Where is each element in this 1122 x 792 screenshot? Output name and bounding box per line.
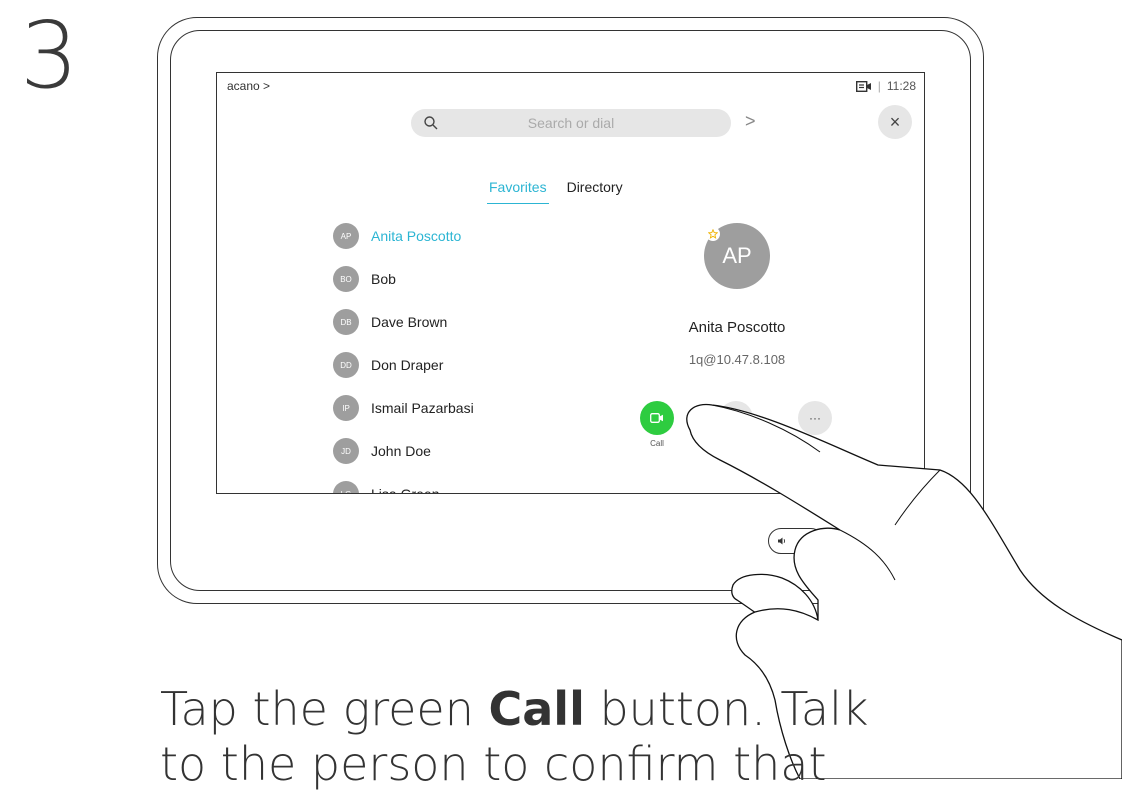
avatar: AP <box>333 223 359 249</box>
contact-name: Dave Brown <box>371 314 448 330</box>
more-label: More <box>805 439 825 448</box>
step-number: 3 <box>20 2 79 109</box>
volume-control[interactable] <box>768 528 824 554</box>
instruction-text: Tap the green Call button. Talk to the p… <box>160 682 869 792</box>
search-input[interactable]: Search or dial <box>411 109 731 137</box>
add-favorite-button[interactable] <box>716 401 756 439</box>
avatar: DB <box>333 309 359 335</box>
tab-directory[interactable]: Directory <box>565 179 625 204</box>
list-item[interactable]: DB Dave Brown <box>333 307 593 337</box>
favorite-star-icon <box>706 227 720 241</box>
contact-name: Don Draper <box>371 357 444 373</box>
list-item[interactable]: AP Anita Poscotto <box>333 221 593 251</box>
list-item[interactable]: JD John Doe <box>333 436 593 466</box>
avatar: LG <box>333 481 359 493</box>
detail-avatar: AP <box>704 223 770 289</box>
call-label: Call <box>650 439 664 448</box>
detail-initials: AP <box>722 243 752 268</box>
clock: 11:28 <box>886 79 916 93</box>
list-item[interactable]: DD Don Draper <box>333 350 593 380</box>
close-button[interactable]: × <box>878 105 912 139</box>
avatar: DD <box>333 352 359 378</box>
speaker-icon <box>778 537 786 545</box>
camera-icon[interactable] <box>855 80 872 92</box>
chevron-right-icon[interactable]: > <box>745 111 756 132</box>
contact-detail: AP Anita Poscotto 1q@10.47.8.108 <box>637 223 837 367</box>
contact-name: Bob <box>371 271 396 287</box>
touch-screen: acano > | 11:28 Search or dial > × Favor… <box>216 72 925 494</box>
system-name[interactable]: acano > <box>227 79 270 93</box>
detail-address: 1q@10.47.8.108 <box>688 352 786 367</box>
contact-name: Ismail Pazarbasi <box>371 400 474 416</box>
list-item[interactable]: BO Bob <box>333 264 593 294</box>
call-button[interactable]: Call <box>637 401 677 448</box>
avatar: IP <box>333 395 359 421</box>
avatar: JD <box>333 438 359 464</box>
detail-name: Anita Poscotto <box>688 319 786 336</box>
status-area: | 11:28 <box>855 79 916 93</box>
contact-tabs: Favorites Directory <box>487 179 625 204</box>
more-icon: ··· <box>798 401 832 435</box>
more-button[interactable]: ··· More <box>795 401 835 448</box>
tab-favorites[interactable]: Favorites <box>487 179 549 204</box>
contact-name: Anita Poscotto <box>371 228 462 244</box>
contact-name: Lisa Green <box>371 486 440 494</box>
status-separator: | <box>877 79 881 93</box>
avatar: BO <box>333 266 359 292</box>
list-item[interactable]: LG Lisa Green <box>333 479 593 494</box>
search-placeholder: Search or dial <box>527 115 615 131</box>
instruction-call-bold: Call <box>488 682 585 736</box>
list-item[interactable]: IP Ismail Pazarbasi <box>333 393 593 423</box>
video-call-icon <box>650 413 663 423</box>
contact-name: John Doe <box>371 443 431 459</box>
